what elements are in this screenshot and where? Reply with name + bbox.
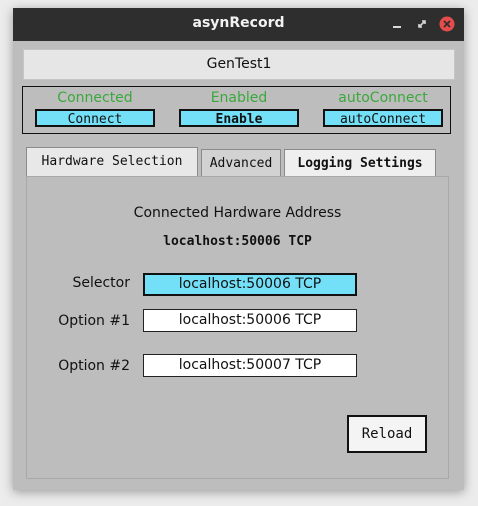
title-bar: asynRecord xyxy=(13,8,464,41)
selector-label: Selector xyxy=(72,275,130,291)
tab-hardware-selection[interactable]: Hardware Selection xyxy=(26,147,198,178)
autoconnect-status: autoConnect xyxy=(338,90,428,106)
autoconnect-group: autoConnect autoConnect xyxy=(317,87,449,127)
close-icon[interactable] xyxy=(439,16,455,32)
autoconnect-button[interactable]: autoConnect xyxy=(323,109,443,127)
connected-address: localhost:50006 TCP xyxy=(163,234,312,249)
enable-button[interactable]: Enable xyxy=(179,109,299,127)
connection-status: Connected xyxy=(57,90,133,106)
restore-icon[interactable] xyxy=(414,16,430,32)
connect-group: Connected Connect xyxy=(29,87,161,127)
hardware-selection-panel: Connected Hardware Address localhost:500… xyxy=(26,176,449,479)
selector-dropdown[interactable]: localhost:50006 TCP xyxy=(143,273,357,296)
tab-logging-settings[interactable]: Logging Settings xyxy=(284,149,436,178)
connection-controls: Connected Connect Enabled Enable autoCon… xyxy=(22,86,451,134)
hardware-address-caption: Connected Hardware Address xyxy=(133,205,342,221)
option1-label: Option #1 xyxy=(58,313,130,329)
connect-button[interactable]: Connect xyxy=(35,109,155,127)
reload-button[interactable]: Reload xyxy=(347,415,427,453)
minimize-icon[interactable] xyxy=(389,16,405,32)
option2-label: Option #2 xyxy=(58,358,130,374)
option1-field[interactable]: localhost:50006 TCP xyxy=(143,309,357,332)
asynrecord-window: asynRecord GenTest1 Connected Connect En… xyxy=(13,8,464,490)
option2-field[interactable]: localhost:50007 TCP xyxy=(143,354,357,377)
enable-group: Enabled Enable xyxy=(173,87,305,127)
device-name: GenTest1 xyxy=(23,49,455,80)
tab-advanced[interactable]: Advanced xyxy=(201,149,281,178)
enable-status: Enabled xyxy=(210,90,268,106)
